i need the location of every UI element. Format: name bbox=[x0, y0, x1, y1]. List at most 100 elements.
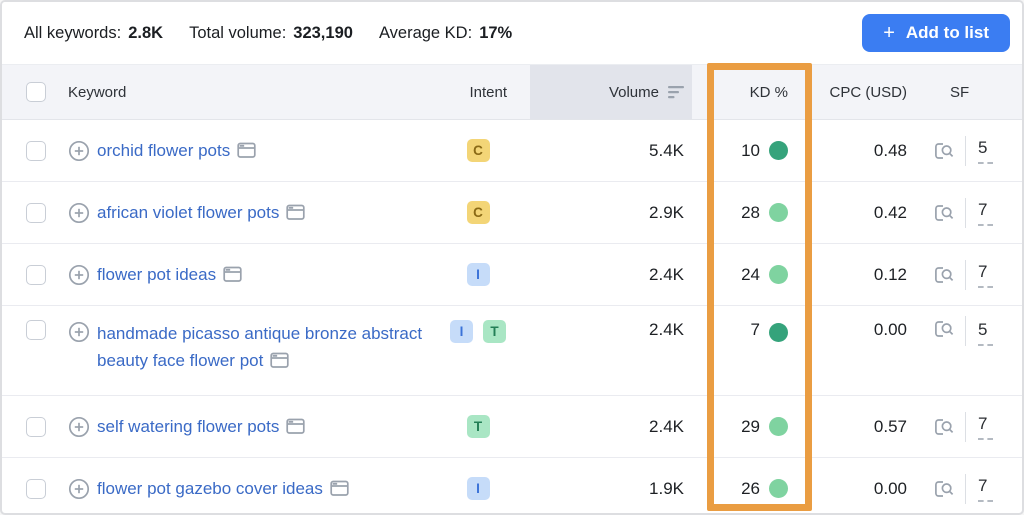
intent-badge-informational[interactable]: I bbox=[450, 320, 473, 343]
kd-value: 10 bbox=[741, 140, 760, 160]
serp-features-icon[interactable] bbox=[237, 142, 256, 159]
average-kd-label: Average KD: bbox=[378, 23, 473, 42]
column-header-sf[interactable]: SF bbox=[926, 65, 1022, 119]
row-checkbox[interactable] bbox=[26, 140, 46, 161]
header-checkbox-cell bbox=[22, 65, 68, 119]
divider bbox=[965, 473, 966, 504]
divider bbox=[965, 316, 966, 346]
intent-badge-transactional[interactable]: T bbox=[466, 415, 490, 438]
sf-count[interactable]: 7 bbox=[978, 414, 987, 434]
volume-value: 1.9K bbox=[649, 478, 684, 498]
row-checkbox[interactable] bbox=[26, 478, 46, 499]
table-row: flower pot ideas I 2.4K 24 0.12 7 bbox=[2, 244, 1022, 306]
keyword-link[interactable]: flower pot ideas bbox=[97, 265, 216, 284]
kd-value: 26 bbox=[741, 478, 760, 498]
divider bbox=[965, 411, 966, 442]
kd-difficulty-dot bbox=[769, 203, 788, 222]
add-to-list-button[interactable]: + Add to list bbox=[862, 14, 1010, 52]
row-checkbox[interactable] bbox=[26, 416, 46, 437]
keyword-link[interactable]: self watering flower pots bbox=[97, 417, 279, 436]
serp-features-icon[interactable] bbox=[270, 352, 289, 369]
kd-difficulty-dot bbox=[769, 141, 788, 160]
total-volume-value: 323,190 bbox=[293, 23, 353, 42]
dashed-underline bbox=[978, 223, 993, 226]
dashed-underline bbox=[978, 161, 993, 164]
add-keyword-icon[interactable] bbox=[68, 478, 90, 500]
all-keywords-value: 2.8K bbox=[128, 23, 164, 42]
row-checkbox[interactable] bbox=[26, 202, 46, 223]
intent-badge-informational[interactable]: I bbox=[466, 263, 490, 286]
serp-preview-icon[interactable] bbox=[934, 320, 955, 338]
kd-difficulty-dot bbox=[769, 417, 788, 436]
column-header-volume[interactable]: Volume bbox=[530, 65, 692, 119]
keyword-link[interactable]: orchid flower pots bbox=[97, 141, 230, 160]
intent-badge-transactional[interactable]: T bbox=[483, 320, 506, 343]
serp-features-icon[interactable] bbox=[286, 204, 306, 221]
volume-value: 2.4K bbox=[649, 264, 684, 284]
average-kd-value: 17% bbox=[479, 23, 513, 42]
keywords-summary: All keywords: 2.8K Total volume: 323,190… bbox=[24, 24, 512, 43]
table-row: african violet flower pots C 2.9K 28 0.4… bbox=[2, 182, 1022, 244]
serp-features-icon[interactable] bbox=[286, 418, 306, 435]
dashed-underline bbox=[978, 285, 993, 288]
column-header-kd[interactable]: KD % bbox=[692, 65, 814, 119]
intent-badge-informational[interactable]: I bbox=[466, 477, 490, 500]
total-volume-label: Total volume: bbox=[189, 23, 287, 42]
sf-count[interactable]: 5 bbox=[978, 320, 987, 340]
kd-difficulty-dot bbox=[769, 479, 788, 498]
serp-features-icon[interactable] bbox=[330, 480, 349, 497]
cpc-value: 0.57 bbox=[873, 416, 907, 436]
serp-preview-icon[interactable] bbox=[934, 204, 955, 222]
table-row: orchid flower pots C 5.4K 10 0.48 5 bbox=[2, 120, 1022, 182]
column-header-intent[interactable]: Intent bbox=[440, 65, 530, 119]
sf-count[interactable]: 7 bbox=[978, 200, 987, 220]
kd-value: 28 bbox=[741, 202, 760, 222]
keyword-link[interactable]: handmade picasso antique bronze abstract… bbox=[97, 324, 422, 370]
table-row: handmade picasso antique bronze abstract… bbox=[2, 306, 1022, 396]
column-header-keyword[interactable]: Keyword bbox=[68, 65, 440, 119]
divider bbox=[965, 135, 966, 166]
row-checkbox[interactable] bbox=[26, 264, 46, 285]
serp-features-icon[interactable] bbox=[223, 266, 242, 283]
all-keywords-label: All keywords: bbox=[24, 23, 122, 42]
divider bbox=[965, 259, 966, 290]
keyword-table-card: All keywords: 2.8K Total volume: 323,190… bbox=[0, 0, 1024, 515]
add-keyword-icon[interactable] bbox=[68, 321, 90, 343]
cpc-value: 0.00 bbox=[873, 320, 907, 339]
sort-descending-icon[interactable] bbox=[668, 85, 684, 99]
kd-value: 7 bbox=[750, 320, 760, 339]
sf-count[interactable]: 7 bbox=[978, 476, 987, 496]
serp-preview-icon[interactable] bbox=[934, 480, 955, 498]
add-keyword-icon[interactable] bbox=[68, 416, 90, 438]
kd-value: 24 bbox=[741, 264, 760, 284]
add-keyword-icon[interactable] bbox=[68, 264, 90, 286]
kd-difficulty-dot bbox=[769, 265, 788, 284]
kd-value: 29 bbox=[741, 416, 760, 436]
cpc-value: 0.00 bbox=[873, 478, 907, 498]
total-volume-stat: Total volume: 323,190 bbox=[189, 24, 353, 43]
volume-value: 2.4K bbox=[649, 416, 684, 436]
table-row: flower pot gazebo cover ideas I 1.9K 26 … bbox=[2, 458, 1022, 513]
column-header-cpc[interactable]: CPC (USD) bbox=[814, 65, 926, 119]
add-keyword-icon[interactable] bbox=[68, 140, 90, 162]
sf-count[interactable]: 5 bbox=[978, 138, 987, 158]
average-kd-stat: Average KD: 17% bbox=[379, 24, 512, 43]
serp-preview-icon[interactable] bbox=[934, 142, 955, 160]
plus-icon: + bbox=[883, 22, 895, 44]
table-header-row: Keyword Intent Volume KD % CPC (USD) SF bbox=[2, 64, 1022, 120]
divider bbox=[965, 197, 966, 228]
all-keywords-stat: All keywords: 2.8K bbox=[24, 24, 163, 43]
row-checkbox[interactable] bbox=[26, 320, 46, 340]
add-keyword-icon[interactable] bbox=[68, 202, 90, 224]
add-to-list-label: Add to list bbox=[905, 23, 989, 42]
cpc-value: 0.42 bbox=[873, 202, 907, 222]
keyword-link[interactable]: african violet flower pots bbox=[97, 203, 279, 222]
intent-badge-commercial[interactable]: C bbox=[466, 201, 490, 224]
intent-badge-commercial[interactable]: C bbox=[466, 139, 490, 162]
sf-count[interactable]: 7 bbox=[978, 262, 987, 282]
serp-preview-icon[interactable] bbox=[934, 418, 955, 436]
serp-preview-icon[interactable] bbox=[934, 266, 955, 284]
select-all-checkbox[interactable] bbox=[26, 82, 46, 102]
volume-value: 2.4K bbox=[649, 320, 684, 339]
keyword-link[interactable]: flower pot gazebo cover ideas bbox=[97, 479, 323, 498]
